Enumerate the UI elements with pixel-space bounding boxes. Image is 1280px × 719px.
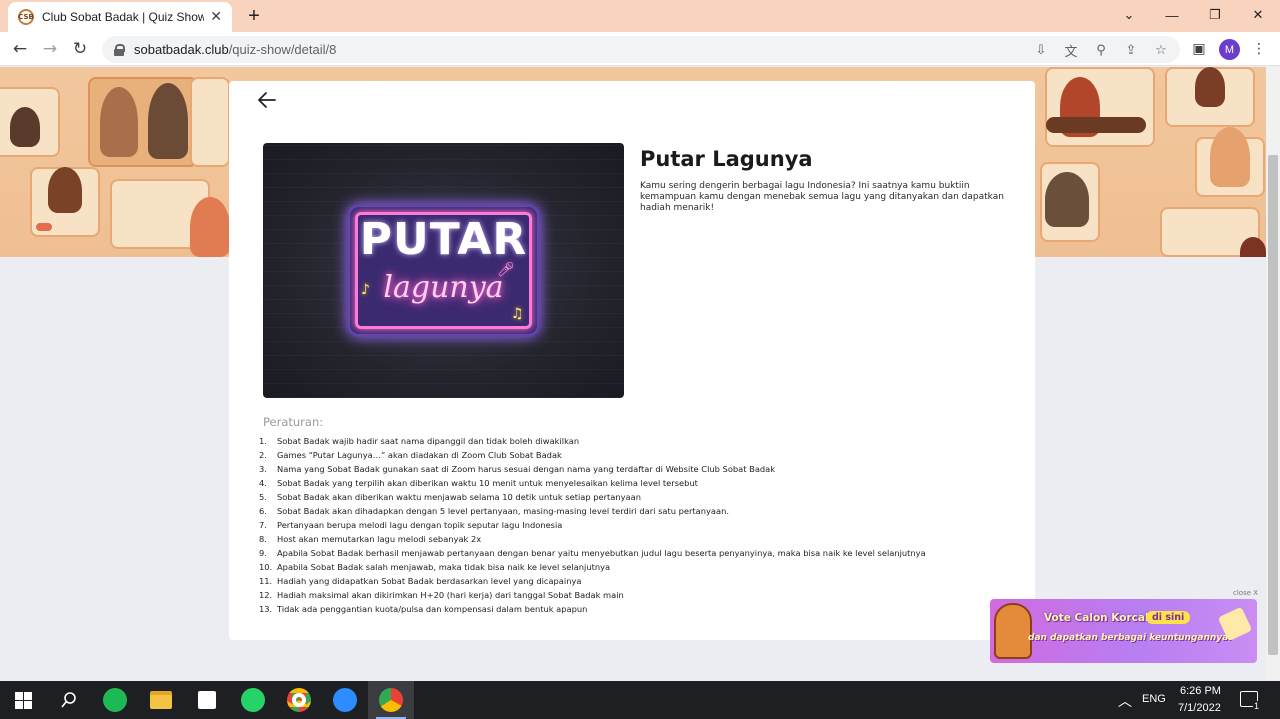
spotify-icon xyxy=(103,688,127,712)
whatsapp-icon xyxy=(241,688,265,712)
chrome-app[interactable] xyxy=(276,681,322,719)
browser-titlebar: CSB Club Sobat Badak | Quiz Show ✕ + ⌄ —… xyxy=(0,0,1280,32)
rule-item: 4. Sobat Badak yang terpilih akan diberik… xyxy=(259,478,698,488)
folder-icon xyxy=(150,691,172,709)
microphone-icon: 🎤︎ xyxy=(497,262,515,278)
new-tab-button[interactable]: + xyxy=(244,4,264,28)
back-button[interactable]: ← xyxy=(6,36,34,62)
file-explorer-app[interactable] xyxy=(138,681,184,719)
minimize-button[interactable]: — xyxy=(1151,0,1193,30)
side-panel-icon[interactable]: ▣ xyxy=(1188,38,1210,60)
language-indicator[interactable]: ENG xyxy=(1142,693,1166,705)
browser-tab[interactable]: CSB Club Sobat Badak | Quiz Show ✕ xyxy=(8,2,232,32)
zoom-app[interactable] xyxy=(322,681,368,719)
tab-title: Club Sobat Badak | Quiz Show xyxy=(42,10,205,24)
url-host: sobatbadak.club xyxy=(134,42,229,57)
music-note-icon: ♪ xyxy=(361,282,370,298)
rule-item: 7. Pertanyaan berupa melodi lagu dengan t… xyxy=(259,520,563,530)
promo-headline: Vote Calon Korcab xyxy=(1044,612,1153,624)
banner-title-putar: PUTAR xyxy=(359,214,528,265)
tab-close-icon[interactable]: ✕ xyxy=(210,9,222,25)
tray-chevron-up-icon[interactable]: ︿ xyxy=(1118,691,1132,711)
rules-heading: Peraturan: xyxy=(263,415,324,429)
browser-toolbar: ← → ↻ sobatbadak.club/quiz-show/detail/8… xyxy=(0,32,1280,66)
chrome-profile-app[interactable] xyxy=(368,681,414,719)
menu-kebab-icon[interactable]: ⋮ xyxy=(1248,38,1270,60)
restore-button[interactable]: ❐ xyxy=(1194,0,1236,30)
chrome-icon xyxy=(287,688,311,712)
site-favicon-icon: CSB xyxy=(18,9,34,25)
music-note-icon: ♫ xyxy=(511,306,524,322)
rule-item: 13. Tidak ada penggantian kuota/pulsa dan… xyxy=(259,604,588,614)
clock-time[interactable]: 6:26 PM xyxy=(1180,685,1221,697)
mascot-icon xyxy=(994,603,1032,659)
rule-item: 9. Apabila Sobat Badak berhasil menjawab … xyxy=(259,548,926,558)
promo-subline: dan dapatkan berbagai keuntungannya! xyxy=(1028,633,1233,643)
promo-pill: di sini xyxy=(1146,611,1191,624)
rule-item: 12. Hadiah maksimal akan dikirimkan H+20 … xyxy=(259,590,624,600)
rule-item: 6. Sobat Badak akan dihadapkan dengan 5 l… xyxy=(259,506,729,516)
windows-logo-icon xyxy=(14,691,32,709)
rule-item: 10. Apabila Sobat Badak salah menjawab, m… xyxy=(259,562,611,572)
start-button[interactable] xyxy=(0,681,46,719)
bookmark-star-icon[interactable]: ☆ xyxy=(1152,41,1170,59)
rules-list: 1. Sobat Badak wajib hadir saat nama dipa… xyxy=(259,434,1019,616)
quiz-title: Putar Lagunya xyxy=(640,147,813,171)
tab-search-chevron-icon[interactable]: ⌄ xyxy=(1108,0,1150,30)
zoom-icon xyxy=(333,688,357,712)
address-bar[interactable]: sobatbadak.club/quiz-show/detail/8 ⇩ 文 ⚲… xyxy=(102,36,1180,63)
rule-item: 3. Nama yang Sobat Badak gunakan saat di … xyxy=(259,464,776,474)
forward-button[interactable]: → xyxy=(36,36,64,62)
install-app-icon[interactable]: ⇩ xyxy=(1032,41,1050,59)
note-icon xyxy=(198,691,216,709)
share-icon[interactable]: ⇪ xyxy=(1122,41,1140,59)
rule-item: 11. Hadiah yang didapatkan Sobat Badak be… xyxy=(259,576,582,586)
rule-item: 2. Games “Putar Lagunya…” akan diadakan d… xyxy=(259,450,562,460)
chrome-profile-icon xyxy=(379,688,403,712)
rule-item: 5. Sobat Badak akan diberikan waktu menja… xyxy=(259,492,641,502)
notification-count: 1 xyxy=(1253,701,1261,711)
back-arrow-icon[interactable] xyxy=(257,91,281,115)
promo-close-button[interactable]: close X xyxy=(1233,589,1258,597)
translate-icon[interactable]: 文 xyxy=(1062,41,1080,60)
whatsapp-app[interactable] xyxy=(230,681,276,719)
spotify-app[interactable] xyxy=(92,681,138,719)
scrollbar-thumb[interactable] xyxy=(1268,155,1278,655)
url-path: /quiz-show/detail/8 xyxy=(228,42,337,57)
quiz-banner-image: PUTAR lagunya ♪ ♫ 🎤︎ xyxy=(263,143,624,398)
reload-button[interactable]: ↻ xyxy=(66,36,94,62)
close-window-button[interactable]: ✕ xyxy=(1237,0,1279,30)
promo-banner[interactable]: Vote Calon Korcab di sini dan dapatkan b… xyxy=(990,599,1257,663)
rule-item: 1. Sobat Badak wajib hadir saat nama dipa… xyxy=(259,436,580,446)
lock-icon[interactable] xyxy=(114,43,125,56)
quiz-description: Kamu sering dengerin berbagai lagu Indon… xyxy=(640,181,1004,213)
sticky-app[interactable] xyxy=(184,681,230,719)
neon-sign: PUTAR lagunya ♪ ♫ 🎤︎ xyxy=(347,204,540,337)
profile-avatar[interactable]: M xyxy=(1219,39,1240,60)
page-viewport: PUTAR lagunya ♪ ♫ 🎤︎ Putar Lagunya Kamu … xyxy=(0,67,1266,680)
windows-taskbar: ︿ ENG 6:26 PM 7/1/2022 1 xyxy=(0,681,1280,719)
zoom-icon[interactable]: ⚲ xyxy=(1092,41,1110,59)
quiz-detail-card: PUTAR lagunya ♪ ♫ 🎤︎ Putar Lagunya Kamu … xyxy=(229,81,1035,640)
search-button[interactable] xyxy=(46,681,92,719)
clock-date[interactable]: 7/1/2022 xyxy=(1178,702,1221,714)
search-icon xyxy=(61,692,76,708)
rule-item: 8. Host akan memutarkan lagu melodi seban… xyxy=(259,534,482,544)
page-scrollbar[interactable] xyxy=(1266,67,1280,680)
